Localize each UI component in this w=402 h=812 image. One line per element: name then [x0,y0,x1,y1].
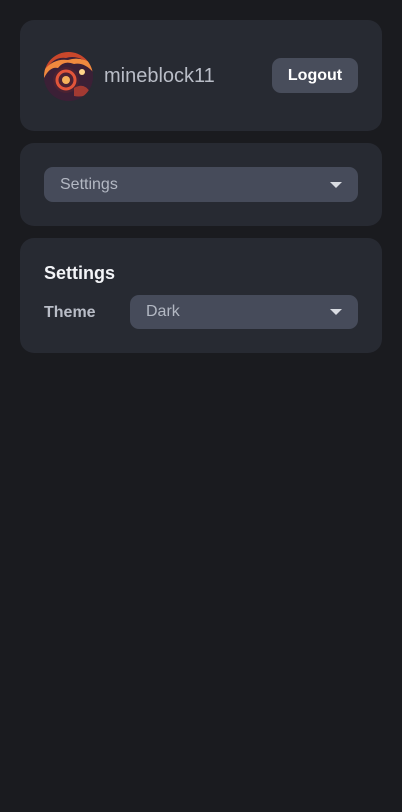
theme-label: Theme [44,304,96,321]
settings-card: Settings Theme Dark [20,238,382,353]
app-root: mineblock11 Logout Settings Settings The… [0,0,402,812]
chevron-down-icon [330,181,342,188]
logout-button[interactable]: Logout [272,58,358,93]
page-selector-card: Settings [20,143,382,226]
page-select-value: Settings [60,175,118,193]
theme-select-dropdown[interactable]: Dark [130,295,358,329]
theme-select-value: Dark [146,303,180,320]
user-avatar-icon [44,52,93,101]
profile-card: mineblock11 Logout [20,20,382,131]
username-label: mineblock11 [104,65,215,87]
page-select-dropdown[interactable]: Settings [44,167,358,202]
settings-title: Settings [44,263,116,283]
chevron-down-icon [330,309,342,315]
